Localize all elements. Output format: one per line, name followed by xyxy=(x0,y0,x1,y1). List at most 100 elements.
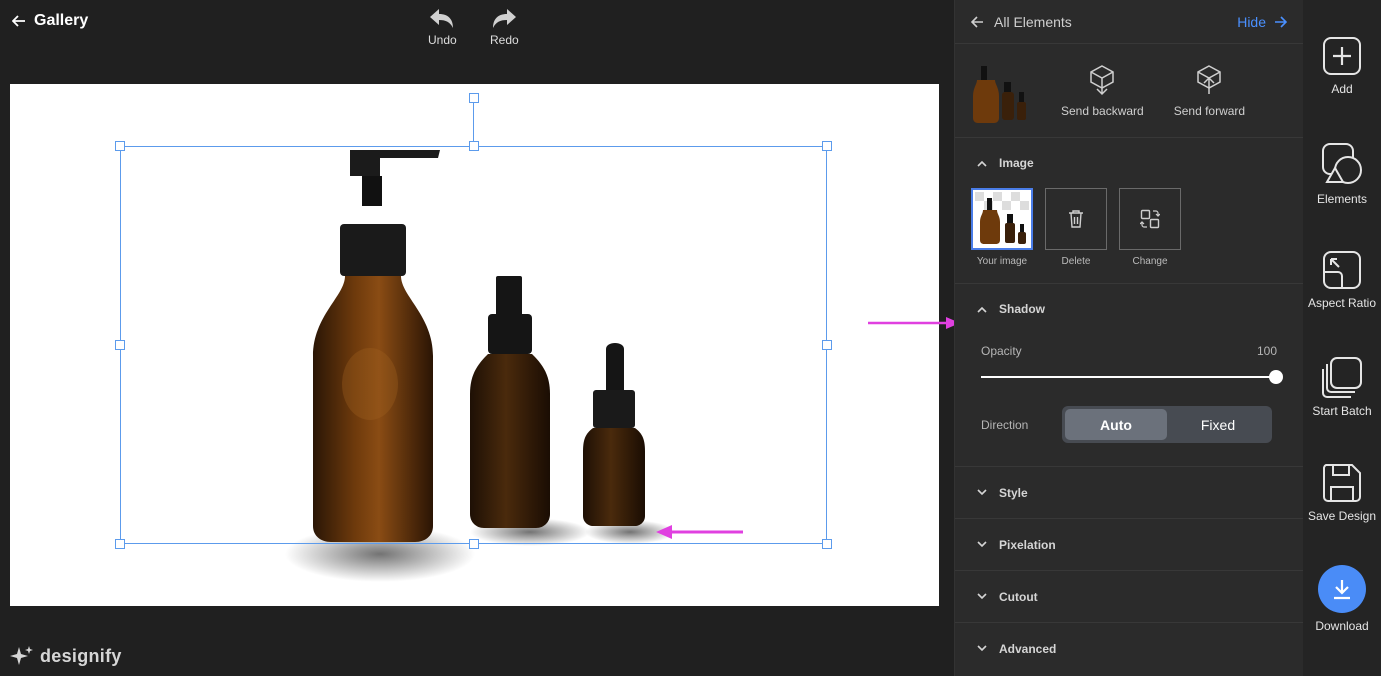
undo-label: Undo xyxy=(428,33,457,47)
rail-download-label: Download xyxy=(1315,619,1369,633)
brand-logo: designify xyxy=(10,645,122,667)
chevron-down-icon xyxy=(977,541,987,548)
rotation-stem xyxy=(473,98,474,146)
design-canvas[interactable] xyxy=(10,84,939,606)
pixelation-section-header[interactable]: Pixelation xyxy=(955,519,1303,570)
undo-button[interactable]: Undo xyxy=(428,8,457,47)
batch-icon xyxy=(1322,357,1362,398)
opacity-slider-thumb[interactable] xyxy=(1269,370,1283,384)
image-section-title: Image xyxy=(999,156,1034,170)
change-image-button[interactable] xyxy=(1119,188,1181,250)
opacity-value: 100 xyxy=(1256,344,1277,358)
chevron-down-icon xyxy=(977,593,987,600)
rail-save-design-button[interactable]: Save Design xyxy=(1300,463,1381,523)
resize-handle-top[interactable] xyxy=(469,141,479,151)
rail-download-button[interactable]: Download xyxy=(1300,565,1381,633)
advanced-section-header[interactable]: Advanced xyxy=(955,623,1303,674)
direction-toggle: Auto Fixed xyxy=(1062,406,1272,443)
delete-image-tile[interactable]: Delete xyxy=(1045,188,1107,267)
download-icon xyxy=(1334,580,1350,600)
rail-elements-label: Elements xyxy=(1316,192,1368,206)
panel-header: All Elements Hide xyxy=(955,0,1303,44)
chevron-up-icon xyxy=(977,160,987,167)
your-image-label: Your image xyxy=(976,256,1028,267)
direction-row: Direction Auto Fixed xyxy=(955,384,1303,443)
direction-fixed-option[interactable]: Fixed xyxy=(1167,409,1269,440)
rail-add-button[interactable]: Add xyxy=(1300,36,1381,96)
resize-handle-bottom[interactable] xyxy=(469,539,479,549)
resize-handle-top-right[interactable] xyxy=(822,141,832,151)
save-icon xyxy=(1322,464,1361,502)
annotation-arrow xyxy=(868,317,960,329)
all-elements-link[interactable]: All Elements xyxy=(971,14,1072,30)
redo-icon xyxy=(493,9,517,28)
rail-aspect-ratio-button[interactable]: Aspect Ratio xyxy=(1300,250,1381,310)
all-elements-label: All Elements xyxy=(994,13,1072,30)
trash-icon xyxy=(1069,210,1083,228)
rail-start-batch-button[interactable]: Start Batch xyxy=(1300,356,1381,418)
redo-label: Redo xyxy=(490,33,519,47)
send-forward-button[interactable]: Send forward xyxy=(1174,64,1245,118)
rail-aspect-ratio-label: Aspect Ratio xyxy=(1307,296,1377,310)
opacity-slider[interactable] xyxy=(981,370,1283,384)
undo-icon xyxy=(430,9,454,28)
cutout-section-title: Cutout xyxy=(999,589,1038,604)
resize-handle-bottom-left[interactable] xyxy=(115,539,125,549)
hide-label: Hide xyxy=(1237,13,1266,30)
properties-panel: All Elements Hide Send backward Send for… xyxy=(954,0,1303,676)
style-section-header[interactable]: Style xyxy=(955,467,1303,518)
style-section-title: Style xyxy=(999,485,1028,500)
your-image-tile[interactable]: Your image xyxy=(971,188,1033,267)
send-backward-icon xyxy=(1090,64,1115,95)
rotate-handle[interactable] xyxy=(469,93,479,103)
brand-name: designify xyxy=(40,645,122,666)
rail-start-batch-label: Start Batch xyxy=(1312,404,1372,418)
opacity-slider-track xyxy=(981,376,1277,378)
rail-save-design-label: Save Design xyxy=(1307,509,1377,523)
chevron-up-icon xyxy=(977,306,987,313)
cutout-section-header[interactable]: Cutout xyxy=(955,571,1303,622)
resize-handle-top-left[interactable] xyxy=(115,141,125,151)
resize-handle-bottom-right[interactable] xyxy=(822,539,832,549)
send-backward-button[interactable]: Send backward xyxy=(1061,64,1144,118)
image-section-header[interactable]: Image xyxy=(955,138,1303,188)
arrow-right-icon xyxy=(1275,15,1287,28)
resize-handle-right[interactable] xyxy=(822,340,832,350)
direction-auto-option[interactable]: Auto xyxy=(1065,409,1167,440)
chevron-down-icon xyxy=(977,645,987,652)
change-image-tile[interactable]: Change xyxy=(1119,188,1181,267)
rail-elements-button[interactable]: Elements xyxy=(1300,142,1381,206)
layer-thumbnail[interactable] xyxy=(973,58,1031,124)
download-circle[interactable] xyxy=(1318,565,1366,613)
your-image-thumbnail[interactable] xyxy=(971,188,1033,250)
tool-rail: Add Elements Aspect Ratio Start Batch Sa… xyxy=(1303,0,1381,676)
arrow-left-icon xyxy=(12,15,25,27)
resize-handle-left[interactable] xyxy=(115,340,125,350)
back-to-gallery-link[interactable]: Gallery xyxy=(12,12,88,30)
redo-button[interactable]: Redo xyxy=(490,8,519,47)
sparkle-icon xyxy=(10,646,33,665)
product-image[interactable] xyxy=(10,84,939,606)
swap-icon xyxy=(1140,209,1160,229)
shadow-section-header[interactable]: Shadow xyxy=(955,284,1303,334)
arrow-left-icon xyxy=(971,15,983,28)
direction-label: Direction xyxy=(981,417,1029,432)
send-backward-label: Send backward xyxy=(1061,103,1144,118)
opacity-label: Opacity xyxy=(981,344,1022,358)
shadow-section-title: Shadow xyxy=(999,302,1046,316)
delete-image-button[interactable] xyxy=(1045,188,1107,250)
delete-label: Delete xyxy=(1061,256,1091,267)
opacity-row: Opacity 100 xyxy=(955,334,1303,358)
layer-row: Send backward Send forward xyxy=(955,44,1303,138)
shapes-icon xyxy=(1322,143,1362,184)
aspect-ratio-icon xyxy=(1323,251,1361,289)
add-icon xyxy=(1323,37,1361,75)
pixelation-section-title: Pixelation xyxy=(999,537,1056,552)
send-forward-label: Send forward xyxy=(1173,103,1246,118)
rail-add-label: Add xyxy=(1331,82,1353,96)
back-label: Gallery xyxy=(34,12,89,29)
chevron-down-icon xyxy=(977,489,987,496)
advanced-section-title: Advanced xyxy=(999,641,1057,656)
hide-panel-button[interactable]: Hide xyxy=(1237,14,1287,30)
image-thumbnail xyxy=(975,192,1029,246)
